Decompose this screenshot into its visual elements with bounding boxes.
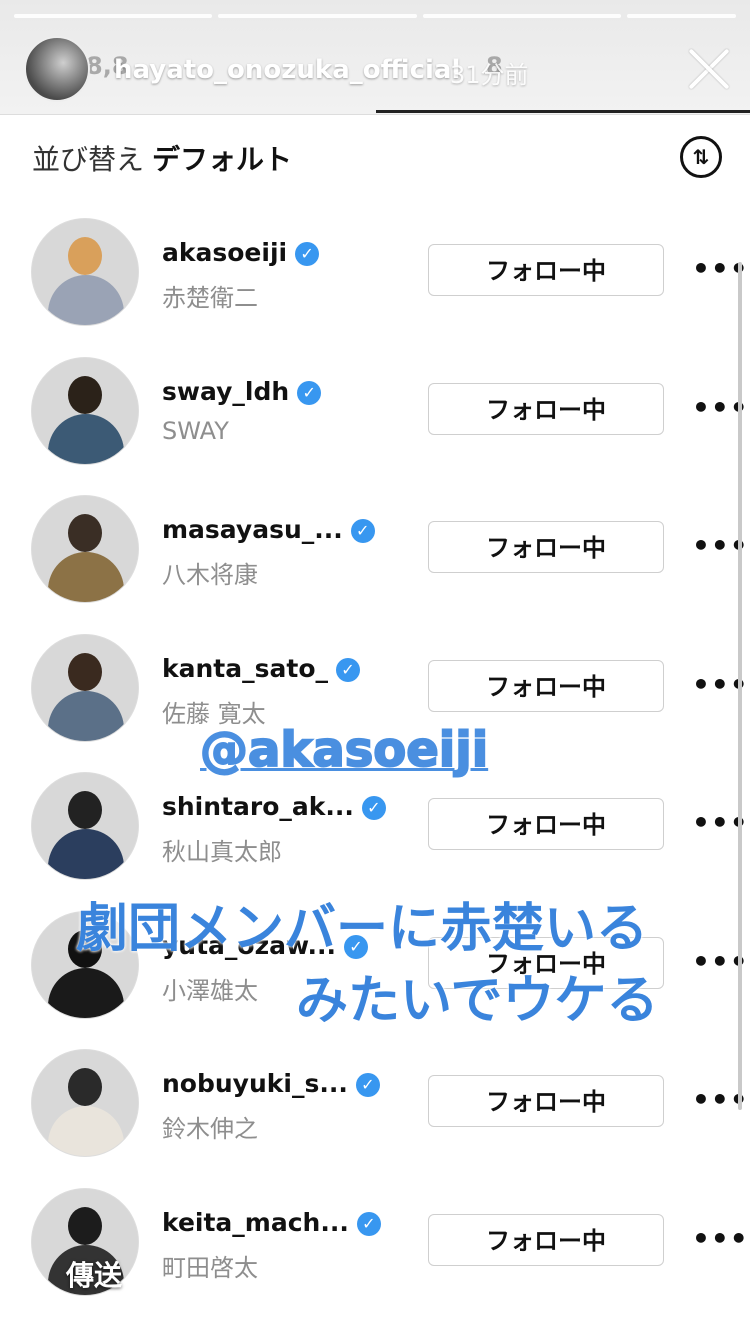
verified-icon: ✓ [297, 380, 322, 405]
story-header: 8,8 8 hayato_onozuka_official 31分前 [0, 0, 750, 115]
following-button[interactable]: フォロー中 [428, 1213, 664, 1266]
following-button[interactable]: フォロー中 [428, 244, 664, 296]
story-time: 31分前 [450, 61, 529, 89]
username[interactable]: keita_mach... ✓ [162, 1208, 381, 1237]
username-text: keita_mach... [162, 1207, 349, 1237]
sort-order-icon[interactable]: ⇅ [680, 136, 722, 178]
username[interactable]: shintaro_ak... ✓ [162, 792, 386, 821]
avatar[interactable] [31, 1049, 139, 1157]
more-options-icon[interactable]: ••• [692, 1222, 749, 1255]
username[interactable]: nobuyuki_s... ✓ [162, 1069, 380, 1098]
verified-icon: ✓ [355, 1073, 380, 1097]
send-button[interactable]: 傳送 [66, 1254, 122, 1294]
sort-control[interactable]: 並び替え デフォルト [32, 138, 292, 178]
close-icon[interactable] [686, 46, 732, 92]
list-item[interactable]: nobuyuki_s... ✓ 鈴木伸之 フォロー中 ••• [0, 1045, 750, 1184]
username[interactable]: akasoeiji ✓ [162, 238, 320, 267]
list-item[interactable]: keita_mach... ✓ 町田啓太 フォロー中 ••• [0, 1184, 750, 1323]
avatar[interactable] [31, 772, 139, 880]
full-name: 町田啓太 [162, 1253, 258, 1282]
username-text: shintaro_ak... [162, 792, 354, 821]
verified-icon: ✓ [361, 796, 386, 820]
following-button[interactable]: フォロー中 [428, 521, 664, 573]
mention-sticker[interactable]: @akasoeiji [199, 721, 489, 779]
verified-icon: ✓ [356, 1211, 381, 1236]
list-item[interactable]: akasoeiji ✓ 赤楚衛二 フォロー中 ••• [0, 214, 750, 353]
caption-line-2: みたいでウケる [296, 971, 659, 1031]
story-username[interactable]: hayato_onozuka_official [114, 55, 460, 85]
full-name: SWAY [162, 416, 229, 445]
list-item[interactable]: masayasu_... ✓ 八木将康 フォロー中 ••• [0, 491, 750, 630]
avatar[interactable] [31, 218, 139, 326]
following-button[interactable]: フォロー中 [428, 659, 664, 712]
verified-icon: ✓ [336, 657, 360, 682]
caption-line-1: 劇団メンバーに赤楚いる [76, 899, 649, 959]
full-name: 小澤雄太 [162, 976, 258, 1005]
following-button[interactable]: フォロー中 [428, 1075, 664, 1127]
full-name: 秋山真太郎 [162, 838, 282, 866]
username[interactable]: sway_ldh ✓ [162, 376, 322, 406]
verified-icon: ✓ [350, 519, 375, 543]
scrollbar[interactable] [738, 262, 742, 1110]
avatar[interactable] [31, 633, 139, 742]
username-text: akasoeiji [162, 238, 288, 267]
full-name: 八木将康 [162, 561, 258, 589]
username[interactable]: kanta_sato_ ✓ [162, 654, 360, 683]
full-name: 鈴木伸之 [162, 1115, 258, 1143]
username-text: nobuyuki_s... [162, 1069, 348, 1098]
list-item[interactable]: sway_ldh ✓ SWAY フォロー中 ••• [0, 353, 750, 492]
following-button[interactable]: フォロー中 [428, 798, 664, 850]
username[interactable]: masayasu_... ✓ [162, 515, 375, 544]
username-text: sway_ldh [162, 376, 290, 406]
sort-label: 並び替え [32, 143, 145, 176]
username-text: kanta_sato_ [162, 653, 328, 683]
story-progress [14, 14, 737, 18]
sort-value: デフォルト [152, 143, 293, 176]
story-avatar[interactable] [24, 36, 90, 102]
full-name: 赤楚衛二 [162, 284, 258, 312]
verified-icon: ✓ [295, 242, 320, 266]
avatar[interactable] [31, 356, 139, 465]
avatar[interactable] [31, 495, 139, 603]
following-button[interactable]: フォロー中 [428, 382, 664, 435]
username-text: masayasu_... [162, 515, 343, 544]
tab-underline [376, 110, 750, 113]
